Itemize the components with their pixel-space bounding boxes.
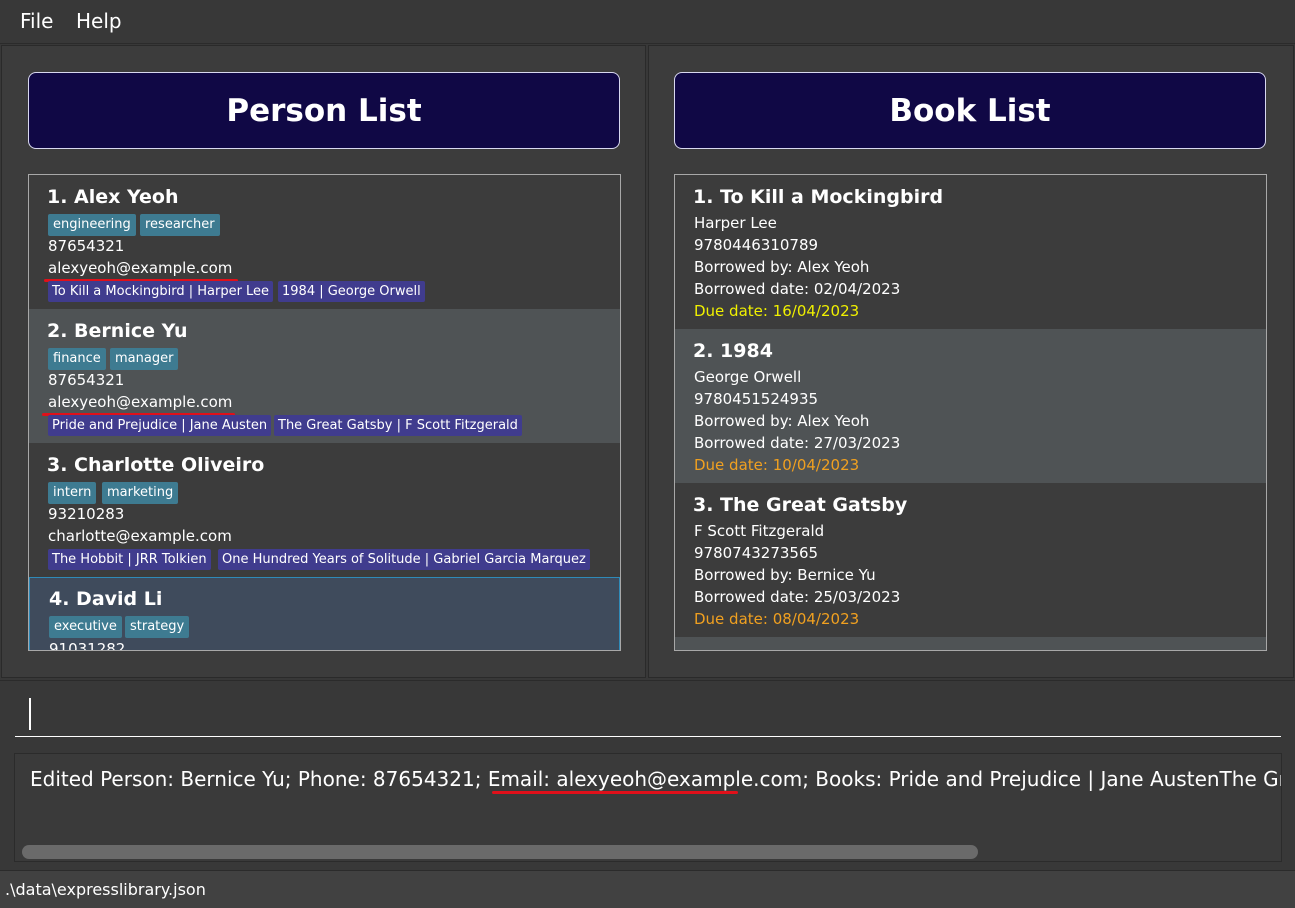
person-panel: Person List 1. Alex Yeoh engineering res… (1, 45, 646, 678)
status-bar: .\data\expresslibrary.json (0, 870, 1295, 908)
person-email: charlotte@example.com (48, 527, 232, 545)
result-text: Edited Person: Bernice Yu; Phone: 876543… (30, 767, 1281, 791)
book-due-date: Due date: 16/04/2023 (694, 302, 860, 320)
horizontal-scrollbar[interactable] (22, 845, 978, 859)
book-author: George Orwell (694, 368, 802, 386)
book-isbn: 9780446310789 (694, 236, 819, 254)
person-tag: strategy (125, 616, 190, 638)
person-name: 1. Alex Yeoh (47, 186, 179, 208)
person-phone: 91031282 (49, 640, 126, 651)
red-underline-annotation (492, 791, 738, 794)
text-caret (29, 698, 31, 730)
book-borrowed-by: Borrowed by: Alex Yeoh (694, 412, 870, 430)
book-list-header: Book List (674, 72, 1266, 149)
person-tag: marketing (102, 482, 179, 504)
book-list[interactable]: 1. To Kill a Mockingbird Harper Lee 9780… (674, 174, 1267, 651)
person-name: 2. Bernice Yu (47, 320, 188, 342)
person-book-tag: The Hobbit | JRR Tolkien (48, 549, 211, 570)
person-card-selected[interactable]: 4. David Li executive strategy 91031282 (29, 577, 620, 651)
person-book-tag: One Hundred Years of Solitude | Gabriel … (218, 549, 590, 570)
book-card[interactable]: 2. 1984 George Orwell 9780451524935 Borr… (675, 329, 1266, 483)
person-name: 3. Charlotte Oliveiro (47, 454, 265, 476)
book-card[interactable]: 1. To Kill a Mockingbird Harper Lee 9780… (675, 175, 1266, 329)
app-window: File Help Person List 1. Alex Yeoh engin… (0, 0, 1295, 908)
person-email: alexyeoh@example.com (48, 393, 233, 411)
person-tag: researcher (140, 214, 220, 236)
command-box (0, 680, 1295, 744)
person-phone: 87654321 (48, 237, 125, 255)
book-card[interactable]: 3. The Great Gatsby F Scott Fitzgerald 9… (675, 483, 1266, 637)
person-tag: finance (48, 348, 106, 370)
person-email: alexyeoh@example.com (48, 259, 233, 277)
person-book-tag: Pride and Prejudice | Jane Austen (48, 415, 272, 436)
book-borrowed-by: Borrowed by: Alex Yeoh (694, 258, 870, 276)
person-book-tag: The Great Gatsby | F Scott Fitzgerald (274, 415, 522, 436)
person-tag: executive (49, 616, 122, 638)
person-phone: 87654321 (48, 371, 125, 389)
book-title: 3. The Great Gatsby (693, 494, 908, 516)
book-author: Harper Lee (694, 214, 777, 232)
book-list-title: Book List (889, 92, 1051, 129)
book-borrowed-date: Borrowed date: 25/03/2023 (694, 588, 901, 606)
person-book-tag: To Kill a Mockingbird | Harper Lee (48, 281, 274, 302)
book-isbn: 9780743273565 (694, 544, 819, 562)
person-phone: 93210283 (48, 505, 125, 523)
person-tag: engineering (48, 214, 136, 236)
book-borrowed-date: Borrowed date: 27/03/2023 (694, 434, 901, 452)
result-box[interactable]: Edited Person: Bernice Yu; Phone: 876543… (14, 753, 1282, 862)
person-name: 4. David Li (49, 588, 163, 610)
person-card[interactable]: 3. Charlotte Oliveiro intern marketing 9… (29, 443, 620, 577)
person-list-title: Person List (226, 92, 422, 129)
book-borrowed-date: Borrowed date: 02/04/2023 (694, 280, 901, 298)
book-card-partial[interactable] (675, 637, 1266, 650)
menu-file[interactable]: File (20, 9, 53, 33)
result-display: Edited Person: Bernice Yu; Phone: 876543… (0, 744, 1295, 870)
book-title: 2. 1984 (693, 340, 773, 362)
menu-help[interactable]: Help (76, 9, 122, 33)
book-author: F Scott Fitzgerald (694, 522, 825, 540)
person-tag: manager (110, 348, 179, 370)
menu-bar: File Help (0, 0, 1295, 44)
person-book-tag: 1984 | George Orwell (278, 281, 425, 302)
person-card[interactable]: 1. Alex Yeoh engineering researcher 8765… (29, 175, 620, 309)
book-panel: Book List 1. To Kill a Mockingbird Harpe… (648, 45, 1294, 678)
person-list[interactable]: 1. Alex Yeoh engineering researcher 8765… (28, 174, 621, 651)
book-isbn: 9780451524935 (694, 390, 819, 408)
person-list-header: Person List (28, 72, 620, 149)
person-card[interactable]: 2. Bernice Yu finance manager 87654321 a… (29, 309, 620, 443)
book-title: 1. To Kill a Mockingbird (693, 186, 944, 208)
book-due-date: Due date: 08/04/2023 (694, 610, 860, 628)
book-due-date: Due date: 10/04/2023 (694, 456, 860, 474)
person-tag: intern (48, 482, 97, 504)
command-input[interactable] (15, 693, 1281, 737)
save-location: .\data\expresslibrary.json (5, 880, 206, 899)
book-borrowed-by: Borrowed by: Bernice Yu (694, 566, 876, 584)
